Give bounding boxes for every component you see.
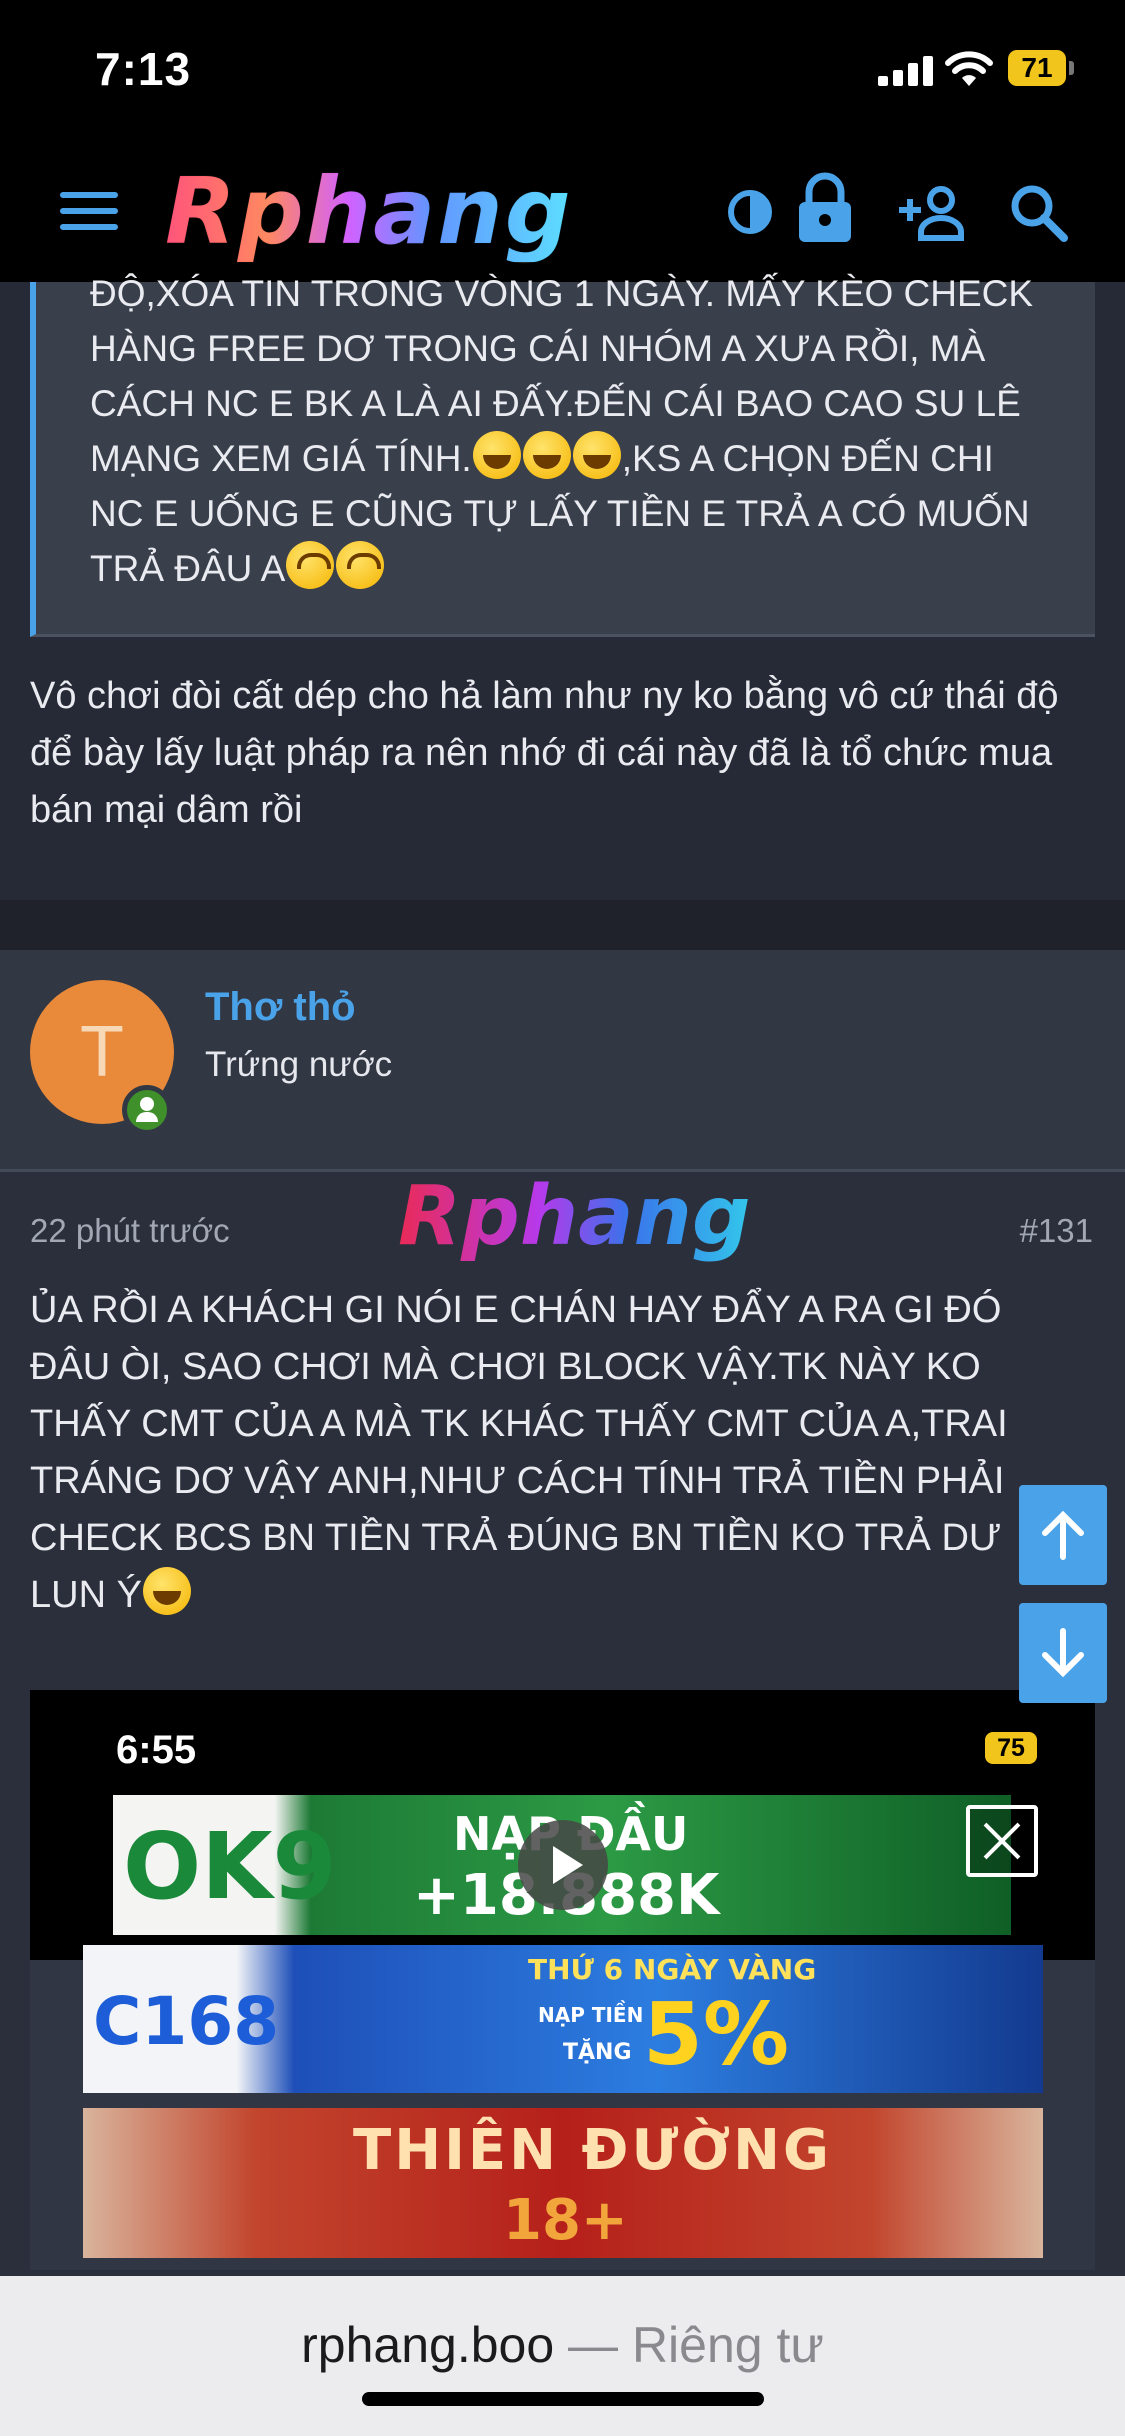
arrow-down-icon bbox=[1042, 1628, 1084, 1678]
ad-banner-c168[interactable]: C168 THỨ 6 NGÀY VÀNG NẠP TIỀN TẶNG 5% bbox=[83, 1945, 1043, 2093]
search-icon[interactable] bbox=[1006, 180, 1070, 244]
username-link[interactable]: Thơ thỏ bbox=[205, 985, 356, 1030]
upside-down-emoji-icon bbox=[286, 541, 335, 589]
status-time: 7:13 bbox=[95, 43, 192, 95]
post-body: ỦA RỒI A KHÁCH GI NÓI E CHÁN HAY ĐẨY A R… bbox=[30, 1282, 1060, 1624]
battery-indicator: 71 bbox=[1008, 50, 1066, 86]
ad-text: NẠP TIỀN bbox=[538, 2003, 644, 2027]
battery-tip bbox=[1069, 61, 1074, 75]
quote-line: ĐỘ,XÓA TIN TRONG VÒNG 1 NGÀY. MẤY KÈO CH… bbox=[90, 273, 1034, 314]
online-status-icon bbox=[122, 1085, 172, 1135]
quote-line: MẠNG XEM GIÁ TÍNH. bbox=[90, 438, 472, 479]
ad-banner-thien-duong[interactable]: THIÊN ĐƯỜNG 18+ bbox=[83, 2108, 1043, 2258]
theme-toggle-icon[interactable] bbox=[718, 180, 782, 244]
quote-line: ,KS A CHỌN ĐẾN CHI bbox=[621, 438, 994, 479]
post-user-header: T Thơ thỏ Trứng nước bbox=[0, 950, 1125, 1172]
scroll-top-button[interactable] bbox=[1019, 1485, 1107, 1585]
laughing-emoji-icon bbox=[472, 431, 521, 479]
browser-url-bar[interactable]: rphang.boo — Riêng tư bbox=[0, 2276, 1125, 2436]
user-title: Trứng nước bbox=[205, 1045, 393, 1084]
quote-line: HÀNG FREE DƠ TRONG CÁI NHÓM A XƯA RỒI, M… bbox=[90, 328, 986, 369]
browsing-mode: Riêng tư bbox=[631, 2317, 824, 2373]
laughing-emoji-icon bbox=[572, 431, 621, 479]
menu-icon[interactable] bbox=[60, 192, 118, 232]
ad-text: TẶNG bbox=[563, 2040, 632, 2065]
wifi-icon bbox=[945, 51, 993, 86]
post-separator bbox=[0, 900, 1125, 950]
quote-line: TRẢ ĐÂU A bbox=[90, 548, 286, 589]
site-logo[interactable]: Rphang bbox=[165, 162, 573, 262]
scroll-bottom-button[interactable] bbox=[1019, 1603, 1107, 1703]
ad-text: 5% bbox=[643, 1985, 790, 2085]
url-text[interactable]: rphang.boo — Riêng tư bbox=[0, 2316, 1125, 2374]
sweat-smile-emoji-icon bbox=[142, 1567, 191, 1615]
ad-text: 18+ bbox=[503, 2188, 628, 2253]
ad-text: THỨ 6 NGÀY VÀNG bbox=[528, 1953, 817, 1986]
ad-brand: C168 bbox=[93, 1983, 280, 2060]
watermark-logo: Rphang bbox=[398, 1169, 751, 1264]
quote-text: ĐỘ,XÓA TIN TRONG VÒNG 1 NGÀY. MẤY KÈO CH… bbox=[90, 266, 1070, 596]
signal-icon bbox=[878, 56, 934, 86]
post-body: Vô chơi đòi cất dép cho hả làm như ny ko… bbox=[30, 675, 1059, 831]
ad-brand: OK9 bbox=[123, 1813, 337, 1920]
ad-text: THIÊN ĐƯỜNG bbox=[353, 2118, 832, 2183]
close-icon[interactable] bbox=[966, 1805, 1038, 1877]
quote-block: ĐỘ,XÓA TIN TRONG VÒNG 1 NGÀY. MẤY KÈO CH… bbox=[30, 273, 1095, 637]
embed-battery: 75 bbox=[985, 1732, 1037, 1764]
add-user-icon[interactable] bbox=[895, 180, 971, 244]
arrow-up-icon bbox=[1042, 1510, 1084, 1560]
status-bar: 7:13 71 bbox=[0, 0, 1125, 140]
laughing-emoji-icon bbox=[522, 431, 571, 479]
upside-down-emoji-icon bbox=[336, 541, 385, 589]
home-indicator[interactable] bbox=[362, 2392, 764, 2406]
embed-status-time: 6:55 bbox=[116, 1728, 197, 1772]
post-number[interactable]: #131 bbox=[1020, 1212, 1093, 1250]
post-timestamp[interactable]: 22 phút trước bbox=[30, 1212, 230, 1250]
quote-line: NC E UỐNG E CŨNG TỰ LẤY TIỀN E TRẢ A CÓ … bbox=[90, 493, 1030, 534]
url-domain: rphang.boo bbox=[301, 2317, 555, 2373]
navbar: Rphang bbox=[0, 140, 1125, 282]
lock-icon[interactable] bbox=[793, 170, 857, 246]
url-separator: — bbox=[554, 2317, 632, 2373]
post-body-text: ỦA RỒI A KHÁCH GI NÓI E CHÁN HAY ĐẨY A R… bbox=[30, 1289, 1008, 1616]
quote-line: CÁCH NC E BK A LÀ AI ĐẤY.ĐẾN CÁI BAO CAO… bbox=[90, 383, 1021, 424]
play-icon[interactable] bbox=[518, 1820, 608, 1910]
